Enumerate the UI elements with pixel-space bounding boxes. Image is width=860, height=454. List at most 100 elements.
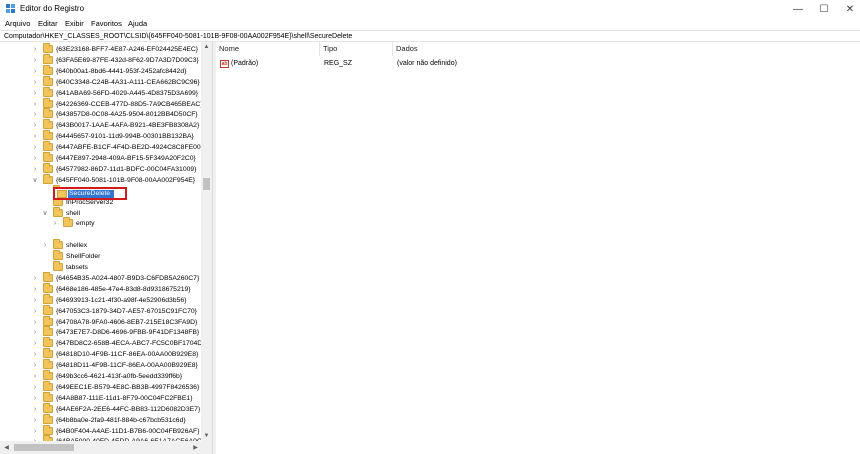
tree-item[interactable]: › {64B0F404-A4AE-11D1-B7B6-00C04FB926AF} [0, 424, 200, 437]
tree-item[interactable]: ∨ shell [0, 206, 200, 219]
chevron-right-icon[interactable]: › [31, 415, 39, 426]
tree-item[interactable]: › {647BD8C2-658B-4ECA-ABC7-FC5C0BF1704D} [0, 337, 204, 349]
tree-item[interactable]: › {64226369-CCEB-477D-88D5-7A9CB465BEAC} [0, 97, 203, 110]
chevron-right-icon[interactable]: › [31, 327, 39, 338]
chevron-right-icon[interactable]: › [31, 371, 39, 382]
chevron-right-icon[interactable]: › [31, 44, 39, 55]
title-bar: Editor do Registro — ☐ ✕ [0, 0, 860, 18]
tree-item[interactable]: › {6447ABFE-B1CF-4F4D-BE2D-4924C8C8FE00} [0, 141, 203, 153]
chevron-right-icon[interactable]: › [31, 99, 39, 110]
tree-item[interactable]: › {649b3cc6-4621-413f-a0fb-5eedd339ff6b} [0, 370, 200, 382]
tree-item-label: {64818D11-4F9B-11CF-86EA-00AA00B929E8} [56, 362, 198, 370]
tree-item[interactable]: › {64818D11-4F9B-11CF-86EA-00AA00B929E8} [0, 359, 200, 371]
chevron-right-icon[interactable]: › [31, 153, 39, 164]
tree-item[interactable] [0, 229, 200, 240]
tree-item[interactable]: › {64693913-1c21-4f30-a98f-4e52906d3b56} [0, 293, 200, 306]
chevron-right-icon[interactable]: › [31, 273, 39, 284]
chevron-right-icon[interactable]: › [31, 295, 39, 306]
scroll-right-icon[interactable]: ▶ [190, 443, 201, 453]
tree-item[interactable]: › {64445657-9101-11d9-994B-00301BB132BA} [0, 130, 200, 142]
values-list[interactable]: Nome Tipo Dados ab (Padrão) REG_SZ (valo… [216, 42, 860, 454]
tree-item[interactable]: › {647053C3-1879-34D7-AE57-67015C91FC70} [0, 304, 200, 317]
chevron-right-icon[interactable]: › [31, 88, 39, 99]
chevron-right-icon[interactable]: › [31, 349, 39, 360]
menu-favoritos[interactable]: Favoritos [91, 19, 122, 29]
chevron-right-icon[interactable]: › [31, 77, 39, 88]
tree-item[interactable]: › {6447E897-2948-409A-BF15-5F349A20F2C0} [0, 152, 200, 164]
tree-item[interactable]: › shellex [0, 239, 200, 251]
tree-item[interactable]: › {64AE6F2A-2EE6-44FC-BB83-112D6082D3E7} [0, 402, 200, 415]
chevron-right-icon[interactable]: › [51, 218, 59, 229]
column-header-data[interactable]: Dados [393, 42, 513, 56]
close-button[interactable]: ✕ [830, 0, 860, 18]
chevron-right-icon[interactable]: › [31, 131, 39, 142]
tree-item[interactable]: › {64654B35-A024-4807-B9D3-C6FDB5A260C7} [0, 271, 200, 284]
rename-key-editor[interactable]: SecureDelete [53, 187, 127, 200]
rename-input[interactable]: SecureDelete [69, 188, 110, 199]
chevron-down-icon[interactable]: ∨ [31, 175, 39, 186]
chevron-right-icon[interactable]: › [31, 120, 39, 131]
chevron-right-icon[interactable]: › [31, 426, 39, 437]
tree-item[interactable]: › {640b00a1-8bd6-4441-953f-2452afc8442d} [0, 64, 200, 77]
tree-item[interactable]: › empty [0, 217, 200, 229]
address-bar[interactable]: Computador\HKEY_CLASSES_ROOT\CLSID\{645F… [0, 30, 860, 42]
tree-item[interactable]: ∨ {645FF040-5081-101B-9F08-00AA002F954E} [0, 173, 200, 186]
horizontal-scrollbar-thumb[interactable] [14, 444, 74, 451]
chevron-right-icon[interactable]: › [31, 284, 39, 295]
column-header-type[interactable]: Tipo [320, 42, 393, 56]
chevron-right-icon[interactable]: › [31, 109, 39, 120]
string-value-icon: ab [220, 60, 229, 68]
tree-item-label: {645FF040-5081-101B-9F08-00AA002F954E} [56, 176, 196, 184]
tree-item[interactable]: › {63E23168-BFF7-4E87-A246-EF024425E4EC} [0, 43, 200, 55]
menu-ajuda[interactable]: Ajuda [128, 19, 147, 29]
chevron-right-icon[interactable]: › [31, 317, 39, 328]
tree-item[interactable]: tabsets [0, 261, 200, 273]
tree-item[interactable]: › {64A8B87-111E-11d1-8F79-00C04FC2FBE1} [0, 391, 200, 404]
column-header-name[interactable]: Nome [216, 42, 320, 56]
tree-item[interactable]: › {6468e186-485e-47e4-83d8-8d9318675219} [0, 282, 200, 295]
value-data: (valor não definido) [397, 60, 457, 67]
tree-item[interactable]: › {64b8ba0e-2fa9-481f-884b-c67bcb531c6d} [0, 413, 200, 426]
chevron-right-icon[interactable]: › [31, 393, 39, 404]
tree-item[interactable]: › {640C3348-C24B-4A31-A111-CEA662BC9C96} [0, 75, 200, 88]
folder-icon [63, 217, 73, 228]
chevron-right-icon[interactable]: › [41, 240, 49, 251]
tree-item[interactable]: › {643B0017-1AAE-4AFA-B921-4BE3FB8308A2} [0, 119, 200, 131]
tree-horizontal-scrollbar[interactable]: ◀ ▶ [0, 441, 212, 454]
tree-item[interactable]: › {649EEC1E-B579-4E8C-BB3B-4997F8426536} [0, 380, 200, 393]
chevron-right-icon[interactable]: › [31, 382, 39, 393]
tree-item-label: {6447E897-2948-409A-BF15-5F349A20F2C0} [56, 155, 196, 162]
menu-arquivo[interactable]: Arquivo [5, 19, 30, 29]
tree-vertical-scrollbar[interactable]: ▲ ▼ [201, 42, 212, 441]
scroll-down-icon[interactable]: ▼ [201, 431, 212, 441]
tree-item[interactable]: › {641ABA69-56FD-4029-A445-4D8375D3A699} [0, 86, 200, 99]
chevron-right-icon[interactable]: › [31, 55, 39, 66]
chevron-right-icon[interactable]: › [31, 164, 39, 175]
value-row[interactable]: ab (Padrão) REG_SZ (valor não definido) [216, 58, 860, 70]
scroll-up-icon[interactable]: ▲ [201, 42, 212, 52]
tree-item[interactable]: › {64818D10-4F9B-11CF-86EA-00AA00B929E8} [0, 348, 200, 360]
tree-item-label: {6473E7E7-D8D6-4696-9FBB-9F41DF1348FB} [56, 329, 200, 337]
chevron-right-icon[interactable]: › [31, 338, 39, 349]
menu-exibir[interactable]: Exibir [65, 19, 84, 29]
chevron-right-icon[interactable]: › [31, 360, 39, 371]
tree-item[interactable]: › {643857D8-0C08-4A25-9504-8012BB4D50CF} [0, 108, 200, 120]
tree-item-label: {64226369-CCEB-477D-88D5-7A9CB465BEAC} [56, 100, 203, 108]
menu-editar[interactable]: Editar [38, 19, 58, 29]
key-tree[interactable]: › {63E23168-BFF7-4E87-A246-EF024425E4EC} ›… [0, 42, 212, 454]
tree-item[interactable]: › {64708A78-9FA0-4606-8EB7-215E18C3FA9D} [0, 315, 200, 328]
chevron-right-icon[interactable]: › [31, 306, 39, 317]
folder-icon [43, 53, 53, 64]
tree-item[interactable]: › {6473E7E7-D8D6-4696-9FBB-9F41DF1348FB} [0, 326, 200, 338]
tree-item[interactable]: › {64577982-86D7-11d1-BDFC-00C04FA31009} [0, 162, 200, 175]
folder-icon [53, 206, 63, 217]
scrollbar-thumb[interactable] [203, 178, 210, 190]
tree-item[interactable]: ShellFolder [0, 250, 200, 262]
tree-item[interactable]: › {63FA5E69-87FE-432d-8F62-9D7A3D7D09C3} [0, 53, 200, 66]
chevron-right-icon[interactable]: › [31, 142, 39, 153]
address-path[interactable]: Computador\HKEY_CLASSES_ROOT\CLSID\{645F… [4, 32, 352, 42]
chevron-down-icon[interactable]: ∨ [41, 208, 49, 219]
chevron-right-icon[interactable]: › [31, 404, 39, 415]
chevron-right-icon[interactable]: › [31, 66, 39, 77]
scroll-left-icon[interactable]: ◀ [1, 443, 12, 453]
